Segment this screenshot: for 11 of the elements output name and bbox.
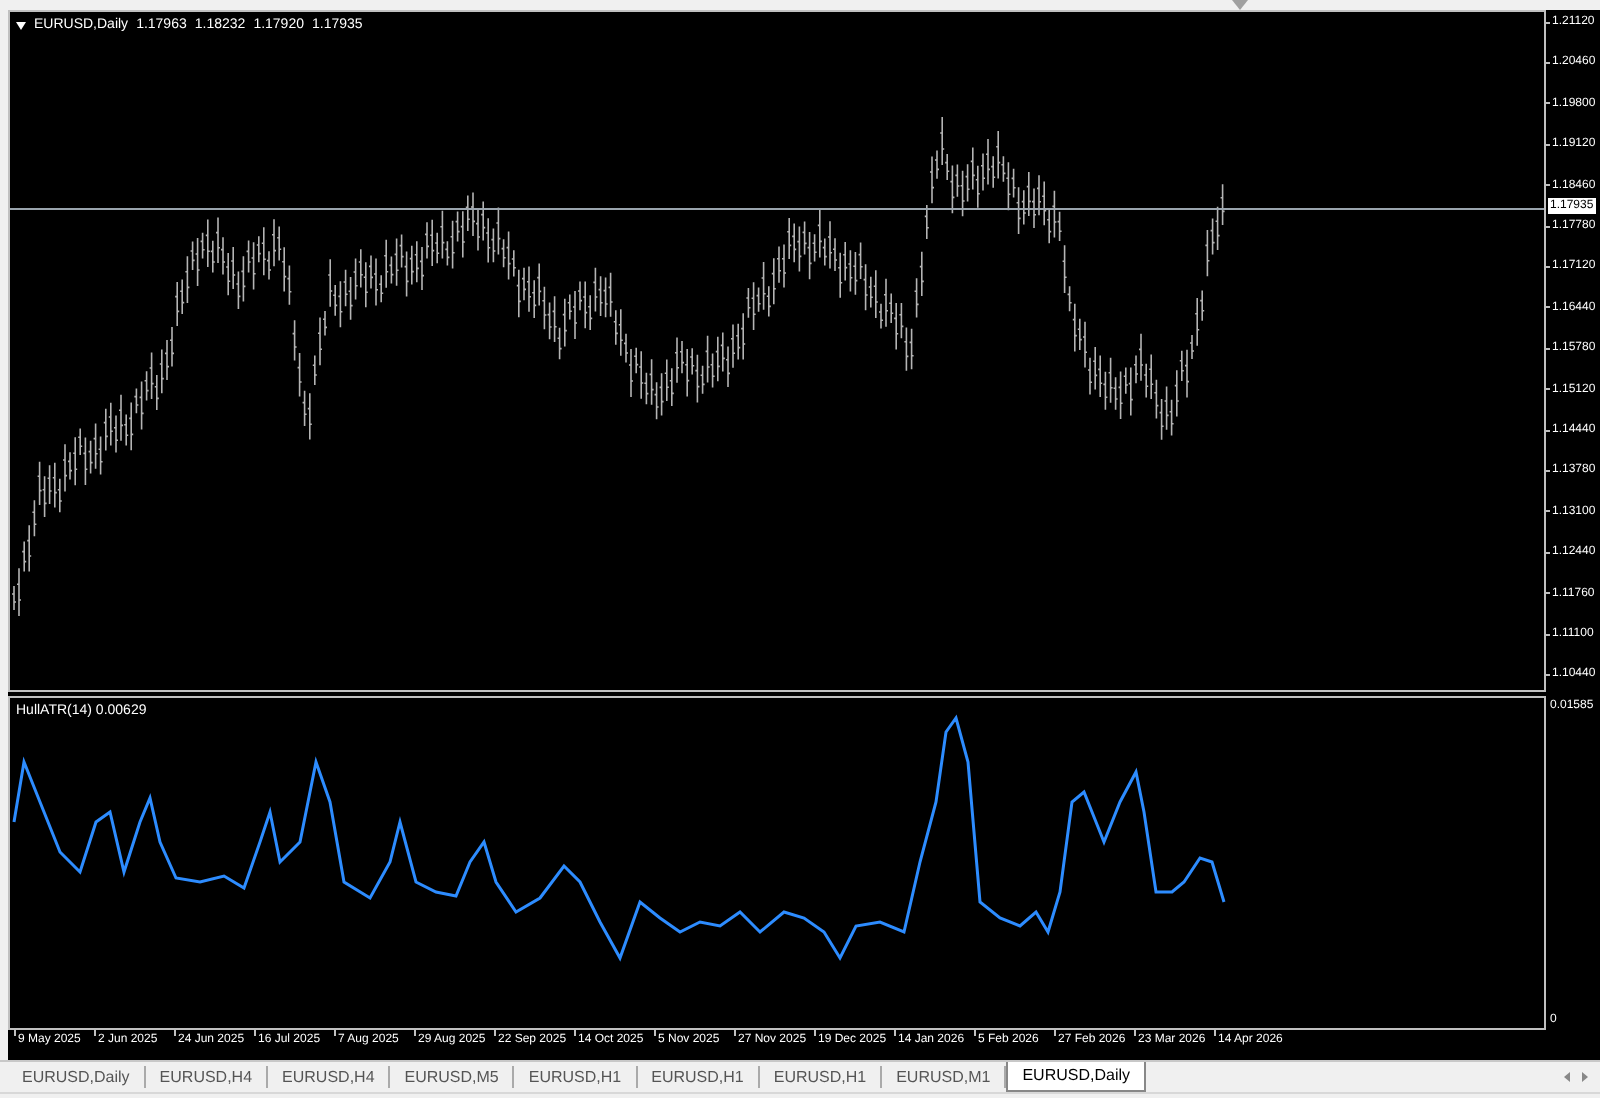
chart-tab[interactable]: EURUSD,H4: [145, 1066, 269, 1088]
chart-tab[interactable]: EURUSD,M5: [390, 1066, 515, 1088]
dropdown-triangle-icon[interactable]: [16, 21, 26, 29]
chart-tab[interactable]: EURUSD,H1: [759, 1066, 883, 1088]
chart-tab[interactable]: EURUSD,H1: [637, 1066, 760, 1088]
chart-tab[interactable]: EURUSD,H4: [268, 1066, 391, 1088]
chart-tab[interactable]: EURUSD,Daily: [8, 1066, 146, 1088]
scroll-right-icon[interactable]: [1582, 1072, 1588, 1082]
chart-tab[interactable]: EURUSD,Daily: [1006, 1062, 1147, 1092]
scroll-left-icon[interactable]: [1564, 1072, 1570, 1082]
chart-tab[interactable]: EURUSD,H1: [514, 1066, 638, 1088]
